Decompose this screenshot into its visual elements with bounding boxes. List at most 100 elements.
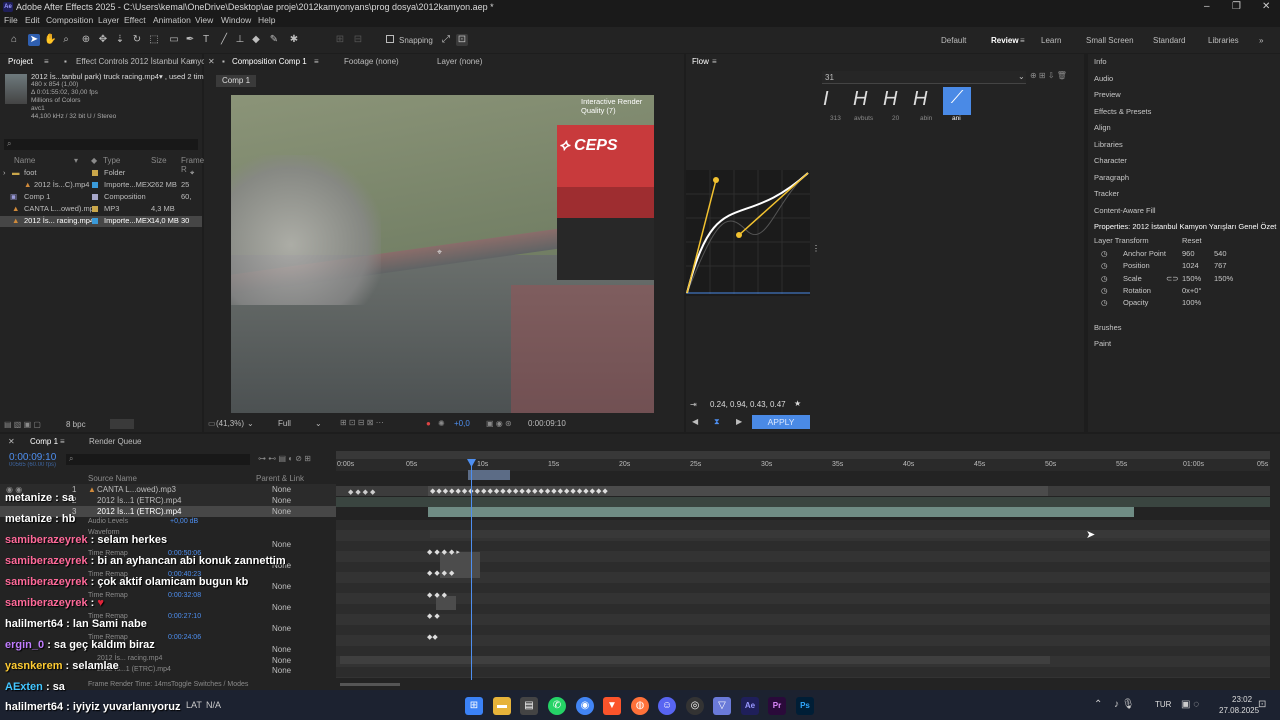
workspace-review[interactable]: Review <box>991 36 1019 45</box>
render-region[interactable] <box>468 470 510 480</box>
channel-icon[interactable]: ● <box>426 419 431 428</box>
tab-comp-timeline[interactable]: Comp 1 <box>30 437 58 446</box>
col-name[interactable]: Name <box>14 156 35 165</box>
bezier-values[interactable]: 0.24, 0.94, 0.43, 0.47 <box>710 400 786 409</box>
minimize-icon[interactable]: – <box>1204 1 1210 12</box>
parent-dropdown[interactable]: None <box>272 540 291 549</box>
language-indicator[interactable]: TUR <box>1155 700 1171 709</box>
workspace-default[interactable]: Default <box>941 36 966 45</box>
panel-character[interactable]: Character <box>1094 156 1127 165</box>
firefox-icon[interactable]: ◍ <box>631 697 649 715</box>
sub-property-value[interactable]: 0:00:24:06 <box>168 634 201 641</box>
panel-content-aware-fill[interactable]: Content-Aware Fill <box>1094 206 1156 215</box>
prev-icon[interactable]: ◀ <box>692 417 698 426</box>
apply-button[interactable]: APPLY <box>752 415 810 429</box>
app-icon[interactable]: ▽ <box>713 697 731 715</box>
rectangle-tool-icon[interactable]: ▭ <box>168 34 180 46</box>
menu-window[interactable]: Window <box>221 15 251 25</box>
whatsapp-icon[interactable]: ✆ <box>548 697 566 715</box>
clock-date[interactable]: 27.08.2025 <box>1219 706 1259 715</box>
align-icon[interactable]: ⊞ <box>334 34 346 46</box>
keyframes[interactable]: ◆ ◆ ◆ ◆ ▸ <box>427 548 460 556</box>
home-icon[interactable]: ⌂ <box>8 34 20 46</box>
notification-icon[interactable]: ⊡ <box>1258 699 1266 710</box>
panel-paragraph[interactable]: Paragraph <box>1094 173 1129 182</box>
project-item[interactable]: ▲ 2012 İs...C).mp4 Importe...MEX 262 MB 25 <box>0 180 202 191</box>
comp-viewport[interactable]: ⟡ CEPS Interactive Render Quality (7) ⌖ <box>231 95 654 413</box>
menu-layer[interactable]: Layer <box>98 15 119 25</box>
menu-edit[interactable]: Edit <box>25 15 40 25</box>
obs-icon[interactable]: ◎ <box>686 697 704 715</box>
prop-value[interactable]: 960 <box>1182 249 1195 258</box>
menu-animation[interactable]: Animation <box>153 15 191 25</box>
anchor-crosshair-icon[interactable]: ⌖ <box>437 247 442 258</box>
toggle-switches-modes[interactable]: Toggle Switches / Modes <box>171 681 248 688</box>
import-icon[interactable]: ⇥ <box>690 400 697 409</box>
parent-dropdown[interactable]: None <box>272 603 291 612</box>
type-tool-icon[interactable]: T <box>200 34 212 46</box>
parent-dropdown[interactable]: None <box>272 582 291 591</box>
chrome-icon[interactable]: ◉ <box>576 697 594 715</box>
panel-brushes[interactable]: Brushes <box>1094 323 1122 332</box>
timeline-switches-icon[interactable]: ⊶ ⊷ ▤ ◐ ⊘ ⊞ <box>258 454 311 463</box>
sort-icon[interactable]: ▾ <box>74 156 78 165</box>
workspace-libraries[interactable]: Libraries <box>1208 36 1239 45</box>
preset-curve-3[interactable]: H <box>883 88 911 114</box>
snapping-checkbox[interactable] <box>386 35 394 43</box>
resolution-dropdown[interactable]: Full <box>278 419 291 428</box>
flow-icon[interactable]: ⧗ <box>714 417 720 427</box>
stopwatch-icon[interactable]: ◷ <box>1101 249 1108 258</box>
parent-dropdown[interactable]: None <box>272 624 291 633</box>
region-of-interest-icon[interactable]: ⊞ ⊡ ⊟ ⊠ ⋯ <box>340 418 384 427</box>
prop-value[interactable]: 100% <box>1182 298 1201 307</box>
stopwatch-icon[interactable]: ◷ <box>1101 274 1108 283</box>
clock-time[interactable]: 23:02 <box>1232 695 1252 704</box>
photoshop-icon[interactable]: Ps <box>796 697 814 715</box>
preset-curve-1[interactable]: I <box>823 88 851 114</box>
menu-icon[interactable]: ≡ <box>60 437 65 446</box>
workspace-menu-icon[interactable]: ≡ <box>1020 36 1025 45</box>
snapshot-icon[interactable]: ▣ ◉ ⊛ <box>486 419 512 428</box>
after-effects-icon[interactable]: Ae <box>741 697 759 715</box>
panel-audio[interactable]: Audio <box>1094 74 1113 83</box>
bezier-graph[interactable] <box>686 170 810 296</box>
project-item[interactable]: ▣ Comp 1 Composition 60, <box>0 192 202 203</box>
stopwatch-icon[interactable]: ◷ <box>1101 286 1108 295</box>
file-explorer-icon[interactable]: ▬ <box>493 697 511 715</box>
brave-icon[interactable]: ▼ <box>603 697 621 715</box>
star-icon[interactable]: ★ <box>794 399 801 408</box>
project-search-input[interactable]: ⌕ <box>4 139 198 150</box>
tab-footage[interactable]: Footage (none) <box>344 57 399 71</box>
comp-breadcrumb[interactable]: Comp 1 <box>216 75 257 87</box>
rotate-tool-icon[interactable]: ↻ <box>131 34 143 46</box>
current-time[interactable]: 0:00:09:10 <box>528 419 566 428</box>
preset-actions-icon[interactable]: ⊕ ⊞ ⇩ 🗑 <box>1030 71 1067 80</box>
project-item-selected[interactable]: ▲ 2012 İs... racing.mp4 Importe...MEX 14,0 … <box>0 216 202 227</box>
more-workspaces-icon[interactable]: » <box>1259 36 1263 45</box>
menu-icon[interactable]: ≡ <box>44 57 49 71</box>
tray-icons[interactable]: ♪ 🎙 <box>1114 699 1134 710</box>
keyframes[interactable]: ◆◆◆◆◆◆◆◆◆◆◆◆◆◆◆◆◆◆◆◆◆◆◆◆◆◆◆◆ <box>430 487 609 495</box>
snap-option-icon[interactable]: ⤢ <box>440 34 452 46</box>
panel-preview[interactable]: Preview <box>1094 90 1121 99</box>
menu-icon[interactable]: ≡ <box>712 57 717 71</box>
selection-tool-icon[interactable]: ➤ <box>28 34 40 46</box>
pan-tool-icon[interactable]: ✥ <box>97 34 109 46</box>
tab-layer[interactable]: Layer (none) <box>437 57 482 71</box>
sub-property-value[interactable]: 0:00:27:10 <box>168 613 201 620</box>
layer-transform-label[interactable]: Layer Transform <box>1094 236 1149 245</box>
preset-dropdown[interactable]: 31 ⌄ <box>822 71 1026 84</box>
snap-active-icon[interactable]: ⊡ <box>456 34 468 46</box>
color-management-icon[interactable]: ✺ <box>438 419 445 428</box>
dolly-tool-icon[interactable]: ⇣ <box>114 34 126 46</box>
brush-tool-icon[interactable]: ╱ <box>218 34 230 46</box>
tab-composition[interactable]: Composition Comp 1 <box>232 57 307 71</box>
interpret-footage-icon[interactable]: ▤ ▧ ▣ ▢ <box>4 420 41 429</box>
prop-value[interactable]: 767 <box>1214 261 1227 270</box>
preset-curve-selected[interactable]: ⟋ <box>943 87 971 115</box>
menu-help[interactable]: Help <box>258 15 275 25</box>
sub-property-value[interactable]: 0:00:32:08 <box>168 592 201 599</box>
orbit-tool-icon[interactable]: ⊕ <box>80 34 92 46</box>
lock-icon[interactable]: ▪ <box>222 57 225 71</box>
eraser-tool-icon[interactable]: ◆ <box>250 34 262 46</box>
